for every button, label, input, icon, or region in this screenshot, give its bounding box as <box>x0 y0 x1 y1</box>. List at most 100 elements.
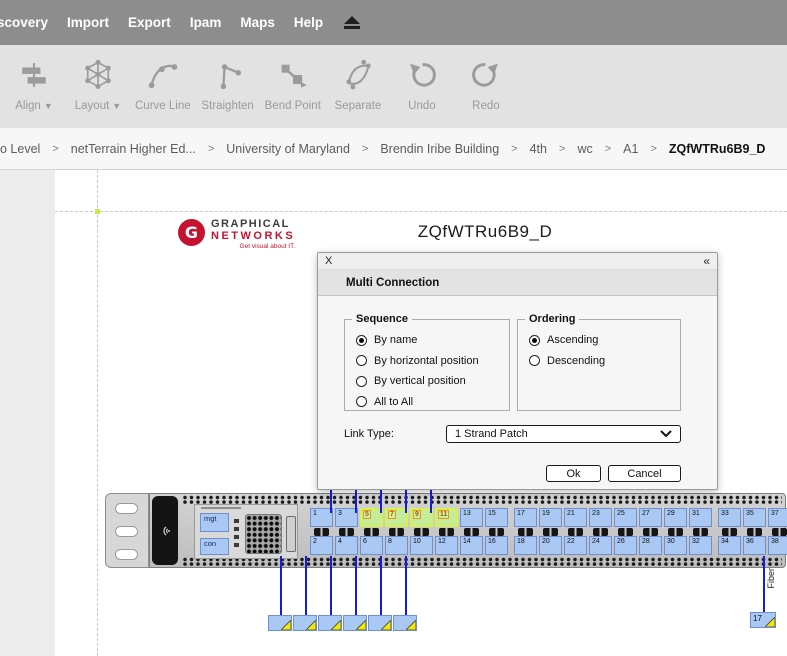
port-number: 36 <box>746 538 754 545</box>
port-cell-4[interactable]: 4 <box>335 536 358 555</box>
radio-all-to-all[interactable] <box>356 396 367 407</box>
vent-grille <box>182 495 782 504</box>
breadcrumb-item[interactable]: o Level <box>0 142 40 156</box>
menu-item-maps[interactable]: Maps <box>240 15 275 30</box>
breadcrumb-separator: > <box>559 143 565 155</box>
redo-button[interactable]: Redo <box>454 58 518 112</box>
port-connector-icon <box>589 527 612 536</box>
breadcrumb-item[interactable]: netTerrain Higher Ed... <box>71 142 196 156</box>
layout-button[interactable]: Layout▼ <box>66 58 130 112</box>
switch-device[interactable]: mgt con 12345678910111213141516171819202… <box>105 493 786 568</box>
port-cell-19[interactable]: 19 <box>539 508 562 527</box>
menu-item-help[interactable]: Help <box>294 15 323 30</box>
port-cell-24[interactable]: 24 <box>589 536 612 555</box>
link-type-value: 1 Strand Patch <box>455 428 528 440</box>
cancel-button[interactable]: Cancel <box>608 465 681 482</box>
ok-button[interactable]: Ok <box>546 465 601 482</box>
port-cell-12[interactable]: 12 <box>435 536 458 555</box>
port-cell-30[interactable]: 30 <box>664 536 687 555</box>
close-icon[interactable]: X <box>325 255 332 267</box>
port-cell-17[interactable]: 17 <box>514 508 537 527</box>
port-cell-31[interactable]: 31 <box>689 508 712 527</box>
bend-point-button[interactable]: Bend Point <box>260 58 326 112</box>
port-cell-33[interactable]: 33 <box>718 508 741 527</box>
menu-item-import[interactable]: Import <box>67 15 109 30</box>
port-cell-35[interactable]: 35 <box>743 508 766 527</box>
port-cell-29[interactable]: 29 <box>664 508 687 527</box>
port-column: 56 <box>360 508 383 555</box>
port-cell-23[interactable]: 23 <box>589 508 612 527</box>
port-cell-2[interactable]: 2 <box>310 536 333 555</box>
port-cell-8[interactable]: 8 <box>385 536 408 555</box>
radio-ascending[interactable] <box>529 335 540 346</box>
port-column: 2728 <box>639 508 662 555</box>
corner-triangle-icon <box>381 620 391 630</box>
menu-item-discovery[interactable]: scovery <box>0 15 48 30</box>
endpoint-box[interactable] <box>343 615 367 631</box>
radio-descending[interactable] <box>529 355 540 366</box>
port-cell-38[interactable]: 38 <box>768 536 787 555</box>
ordering-option: Descending <box>529 351 680 372</box>
port-cell-13[interactable]: 13 <box>460 508 483 527</box>
endpoint-box[interactable] <box>368 615 392 631</box>
port-cell-20[interactable]: 20 <box>539 536 562 555</box>
curve-line-button[interactable]: Curve Line <box>130 58 196 112</box>
port-cell-6[interactable]: 6 <box>360 536 383 555</box>
breadcrumb-item[interactable]: wc <box>577 142 592 156</box>
port-cell-21[interactable]: 21 <box>564 508 587 527</box>
breadcrumb-item[interactable]: 4th <box>530 142 547 156</box>
undo-button[interactable]: Undo <box>390 58 454 112</box>
port-number: 11 <box>438 510 449 519</box>
ports-area: 1234567891011121314151617181920212223242… <box>310 508 787 555</box>
port-cell-32[interactable]: 32 <box>689 536 712 555</box>
port-cell-26[interactable]: 26 <box>614 536 637 555</box>
connection-line <box>355 556 357 616</box>
port-column: 12 <box>310 508 333 555</box>
eject-icon[interactable] <box>342 16 362 30</box>
port-cell-10[interactable]: 10 <box>410 536 433 555</box>
port-column: 910 <box>410 508 433 555</box>
breadcrumb-item[interactable]: A1 <box>623 142 638 156</box>
breadcrumb-item[interactable]: University of Maryland <box>226 142 350 156</box>
port-cell-37[interactable]: 37 <box>768 508 787 527</box>
port-cell-14[interactable]: 14 <box>460 536 483 555</box>
breadcrumb-item[interactable]: Brendin Iribe Building <box>380 142 499 156</box>
port-cell-18[interactable]: 18 <box>514 536 537 555</box>
link-type-select[interactable]: 1 Strand Patch <box>446 425 681 443</box>
endpoint-box[interactable] <box>293 615 317 631</box>
port-cell-34[interactable]: 34 <box>718 536 741 555</box>
diagram-canvas[interactable]: G GRAPHICAL NETWORKS Get visual about IT… <box>0 170 787 656</box>
endpoint-box[interactable] <box>318 615 342 631</box>
straighten-button[interactable]: Straighten <box>196 58 260 112</box>
port-cell-36[interactable]: 36 <box>743 536 766 555</box>
port-number: 4 <box>338 538 342 545</box>
breadcrumb-separator: > <box>511 143 517 155</box>
radio-by-name[interactable] <box>356 335 367 346</box>
separate-button[interactable]: Separate <box>326 58 390 112</box>
dialog-body: Sequence By nameBy horizontal positionBy… <box>318 296 717 489</box>
port-column: 3334 <box>718 508 741 555</box>
menu-item-ipam[interactable]: Ipam <box>190 15 222 30</box>
endpoint-box[interactable] <box>393 615 417 631</box>
port-connector-icon <box>564 527 587 536</box>
collapse-icon[interactable]: « <box>703 254 710 268</box>
port-number: 1 <box>313 510 317 517</box>
port-cell-16[interactable]: 16 <box>485 536 508 555</box>
port-cell-28[interactable]: 28 <box>639 536 662 555</box>
menu-item-export[interactable]: Export <box>128 15 171 30</box>
port-number: 29 <box>667 510 675 517</box>
port-cell-27[interactable]: 27 <box>639 508 662 527</box>
port-number: 15 <box>488 510 496 517</box>
endpoint-box-17[interactable]: 17 <box>750 612 776 628</box>
radio-by-vertical-position[interactable] <box>356 376 367 387</box>
port-cell-15[interactable]: 15 <box>485 508 508 527</box>
align-button[interactable]: Align▼ <box>2 58 66 112</box>
con-port[interactable]: con <box>200 538 229 555</box>
mgt-port[interactable]: mgt <box>200 513 229 532</box>
port-cell-25[interactable]: 25 <box>614 508 637 527</box>
port-cell-22[interactable]: 22 <box>564 536 587 555</box>
breadcrumb-separator: > <box>605 143 611 155</box>
endpoint-box[interactable] <box>268 615 292 631</box>
port-cell-11[interactable]: 11 <box>435 508 458 527</box>
radio-by-horizontal-position[interactable] <box>356 355 367 366</box>
